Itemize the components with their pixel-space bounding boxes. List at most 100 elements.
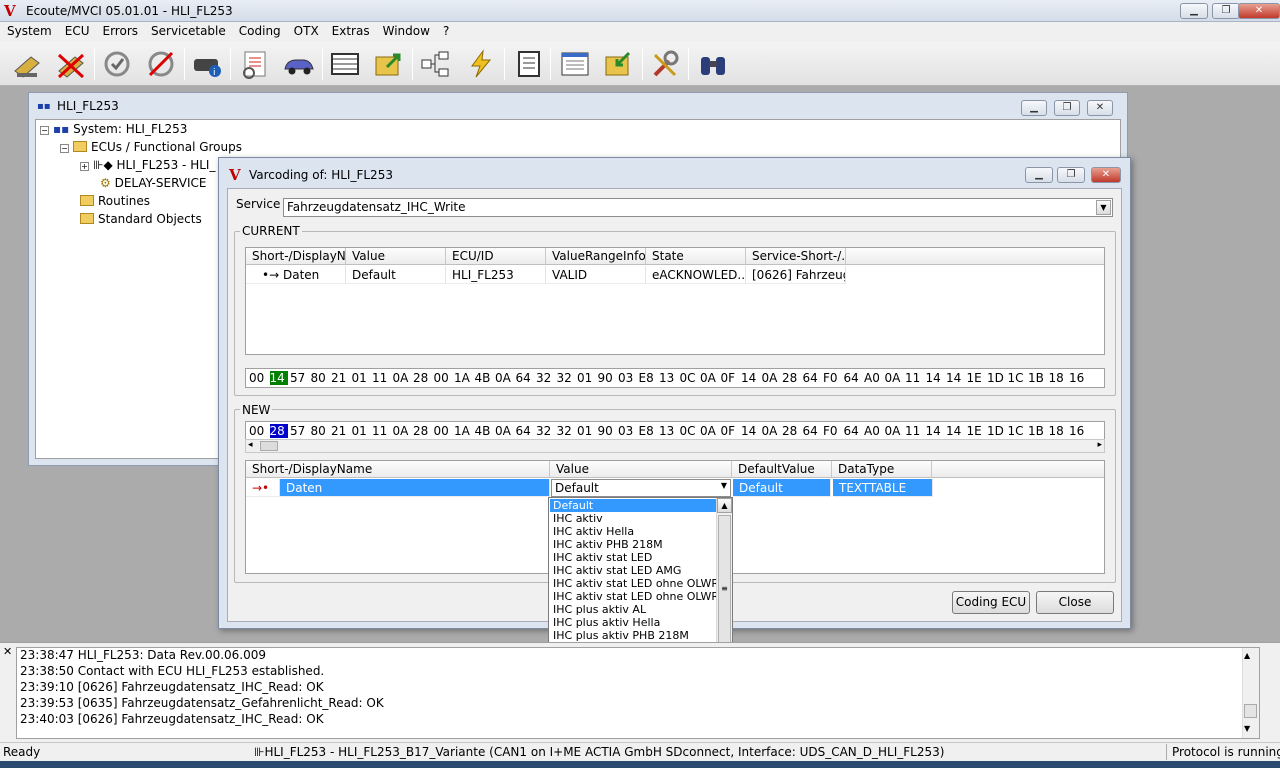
hex-byte[interactable]: 1A: [454, 424, 475, 438]
new-hex-bytes[interactable]: 00 28 57 80 21 01 11 0A 28 00 1A 4B 0A 64 32 32 01 90 03 E8…: [245, 421, 1105, 441]
hex-byte[interactable]: 0C: [680, 424, 701, 438]
flash-icon[interactable]: [462, 46, 500, 82]
hex-byte[interactable]: 4B: [475, 371, 496, 385]
tree-minimize-button[interactable]: ▁: [1021, 100, 1047, 116]
scroll-thumb[interactable]: ≡: [718, 515, 731, 661]
table-row[interactable]: →• Daten Default ▼ Default TEXTTABLE: [246, 479, 1104, 497]
hex-byte[interactable]: 03: [618, 424, 639, 438]
report-icon[interactable]: [236, 46, 274, 82]
hex-byte[interactable]: 00: [249, 371, 270, 385]
menu-system[interactable]: System: [0, 22, 58, 38]
hex-byte[interactable]: 21: [331, 371, 352, 385]
hex-byte[interactable]: 1D: [987, 371, 1008, 385]
hex-byte[interactable]: 32: [536, 371, 557, 385]
hex-byte[interactable]: 0A: [885, 371, 906, 385]
table-row[interactable]: •→ Daten Default HLI_FL253 VALID eACKNOW…: [246, 266, 1104, 284]
menu-window[interactable]: Window: [376, 22, 436, 38]
refresh-icon[interactable]: [98, 46, 136, 82]
hex-byte[interactable]: 64: [844, 424, 865, 438]
chevron-down-icon[interactable]: ▼: [1096, 200, 1111, 215]
column-header[interactable]: Short-/DisplayName: [246, 461, 550, 478]
hex-byte[interactable]: 0F: [721, 424, 742, 438]
hex-byte[interactable]: 28: [782, 424, 803, 438]
dropdown-option[interactable]: IHC aktiv Hella: [550, 525, 716, 538]
hex-byte[interactable]: 0A: [393, 371, 414, 385]
dialog-close-button[interactable]: ✕: [1091, 167, 1121, 183]
binoculars-icon[interactable]: [694, 46, 732, 82]
hex-byte[interactable]: 1B: [1028, 371, 1049, 385]
column-header[interactable]: ValueRangeInfo: [546, 248, 646, 265]
hex-byte[interactable]: 32: [536, 424, 557, 438]
hex-byte[interactable]: 1E: [967, 371, 988, 385]
hex-byte[interactable]: 32: [557, 371, 578, 385]
menu-help[interactable]: ?: [436, 22, 455, 38]
hex-byte[interactable]: 13: [659, 424, 680, 438]
menu-otx[interactable]: OTX: [287, 22, 325, 38]
hex-byte[interactable]: 0A: [393, 424, 414, 438]
dropdown-option[interactable]: IHC aktiv stat LED: [550, 551, 716, 564]
hex-byte[interactable]: 14: [946, 371, 967, 385]
column-header[interactable]: Value: [346, 248, 446, 265]
hex-byte[interactable]: 01: [352, 424, 373, 438]
tree-node-routines[interactable]: Routines: [80, 194, 150, 208]
hex-byte[interactable]: 1B: [1028, 424, 1049, 438]
collapse-icon[interactable]: −: [60, 144, 69, 153]
hex-byte[interactable]: F0: [823, 424, 844, 438]
hex-byte[interactable]: 11: [372, 371, 393, 385]
dropdown-option[interactable]: IHC plus aktiv Hella: [550, 616, 716, 629]
dropdown-option[interactable]: IHC plus aktiv PHB 218M: [550, 629, 716, 642]
hex-byte[interactable]: 64: [844, 371, 865, 385]
hex-byte[interactable]: 0C: [680, 371, 701, 385]
hex-byte[interactable]: 4B: [475, 424, 496, 438]
dropdown-option[interactable]: Default: [550, 499, 716, 512]
scroll-thumb[interactable]: [1244, 704, 1257, 718]
scroll-up-icon[interactable]: ▲: [1244, 651, 1250, 660]
close-dialog-button[interactable]: Close: [1036, 591, 1114, 614]
hex-byte[interactable]: 1E: [967, 424, 988, 438]
connect-icon[interactable]: [8, 46, 46, 82]
hex-byte[interactable]: 00: [249, 424, 270, 438]
document-icon[interactable]: [510, 46, 548, 82]
hex-byte[interactable]: 1C: [1008, 371, 1029, 385]
hex-byte[interactable]: 28: [782, 371, 803, 385]
minimize-button[interactable]: ▁: [1180, 3, 1208, 19]
hex-byte[interactable]: 1A: [454, 371, 475, 385]
hex-byte[interactable]: E8: [639, 371, 660, 385]
hex-byte[interactable]: 90: [598, 371, 619, 385]
hex-byte[interactable]: 18: [1049, 424, 1070, 438]
scroll-up-icon[interactable]: ▲: [717, 498, 732, 513]
hex-byte[interactable]: 57: [290, 424, 311, 438]
restore-button[interactable]: ❐: [1212, 3, 1240, 19]
hex-byte[interactable]: 16: [1069, 424, 1090, 438]
hex-byte[interactable]: A0: [864, 371, 885, 385]
hex-byte[interactable]: 14: [926, 371, 947, 385]
menu-coding[interactable]: Coding: [232, 22, 287, 38]
hex-byte[interactable]: 03: [618, 371, 639, 385]
hex-byte[interactable]: 28: [413, 371, 434, 385]
menu-errors[interactable]: Errors: [96, 22, 145, 38]
hex-scrollbar[interactable]: ◂ ▸: [245, 439, 1105, 453]
hex-byte[interactable]: 11: [372, 424, 393, 438]
close-button[interactable]: ✕: [1238, 3, 1280, 19]
column-header[interactable]: State: [646, 248, 746, 265]
dropdown-option[interactable]: IHC aktiv stat LED AMG: [550, 564, 716, 577]
hex-byte[interactable]: 0A: [885, 424, 906, 438]
menu-servicetable[interactable]: Servicetable: [144, 22, 232, 38]
column-header[interactable]: DefaultValue: [732, 461, 832, 478]
dropdown-option[interactable]: IHC aktiv stat LED ohne OLWR: [550, 577, 716, 590]
hex-byte[interactable]: 80: [311, 371, 332, 385]
hex-byte[interactable]: 64: [803, 371, 824, 385]
hex-byte[interactable]: 0A: [762, 424, 783, 438]
hex-byte[interactable]: 14: [741, 371, 762, 385]
list-icon[interactable]: [556, 46, 594, 82]
log-scrollbar[interactable]: ▲ ▼: [1242, 648, 1259, 738]
hex-byte[interactable]: 00: [434, 424, 455, 438]
tools-icon[interactable]: [646, 46, 684, 82]
hex-byte[interactable]: 16: [1069, 371, 1090, 385]
hex-byte[interactable]: 0A: [495, 371, 516, 385]
hex-byte[interactable]: 21: [331, 424, 352, 438]
column-header[interactable]: DataType: [832, 461, 932, 478]
tree-node-delay-service[interactable]: ⚙ DELAY-SERVICE: [100, 176, 206, 190]
hex-byte[interactable]: 90: [598, 424, 619, 438]
expand-icon[interactable]: +: [80, 162, 89, 171]
